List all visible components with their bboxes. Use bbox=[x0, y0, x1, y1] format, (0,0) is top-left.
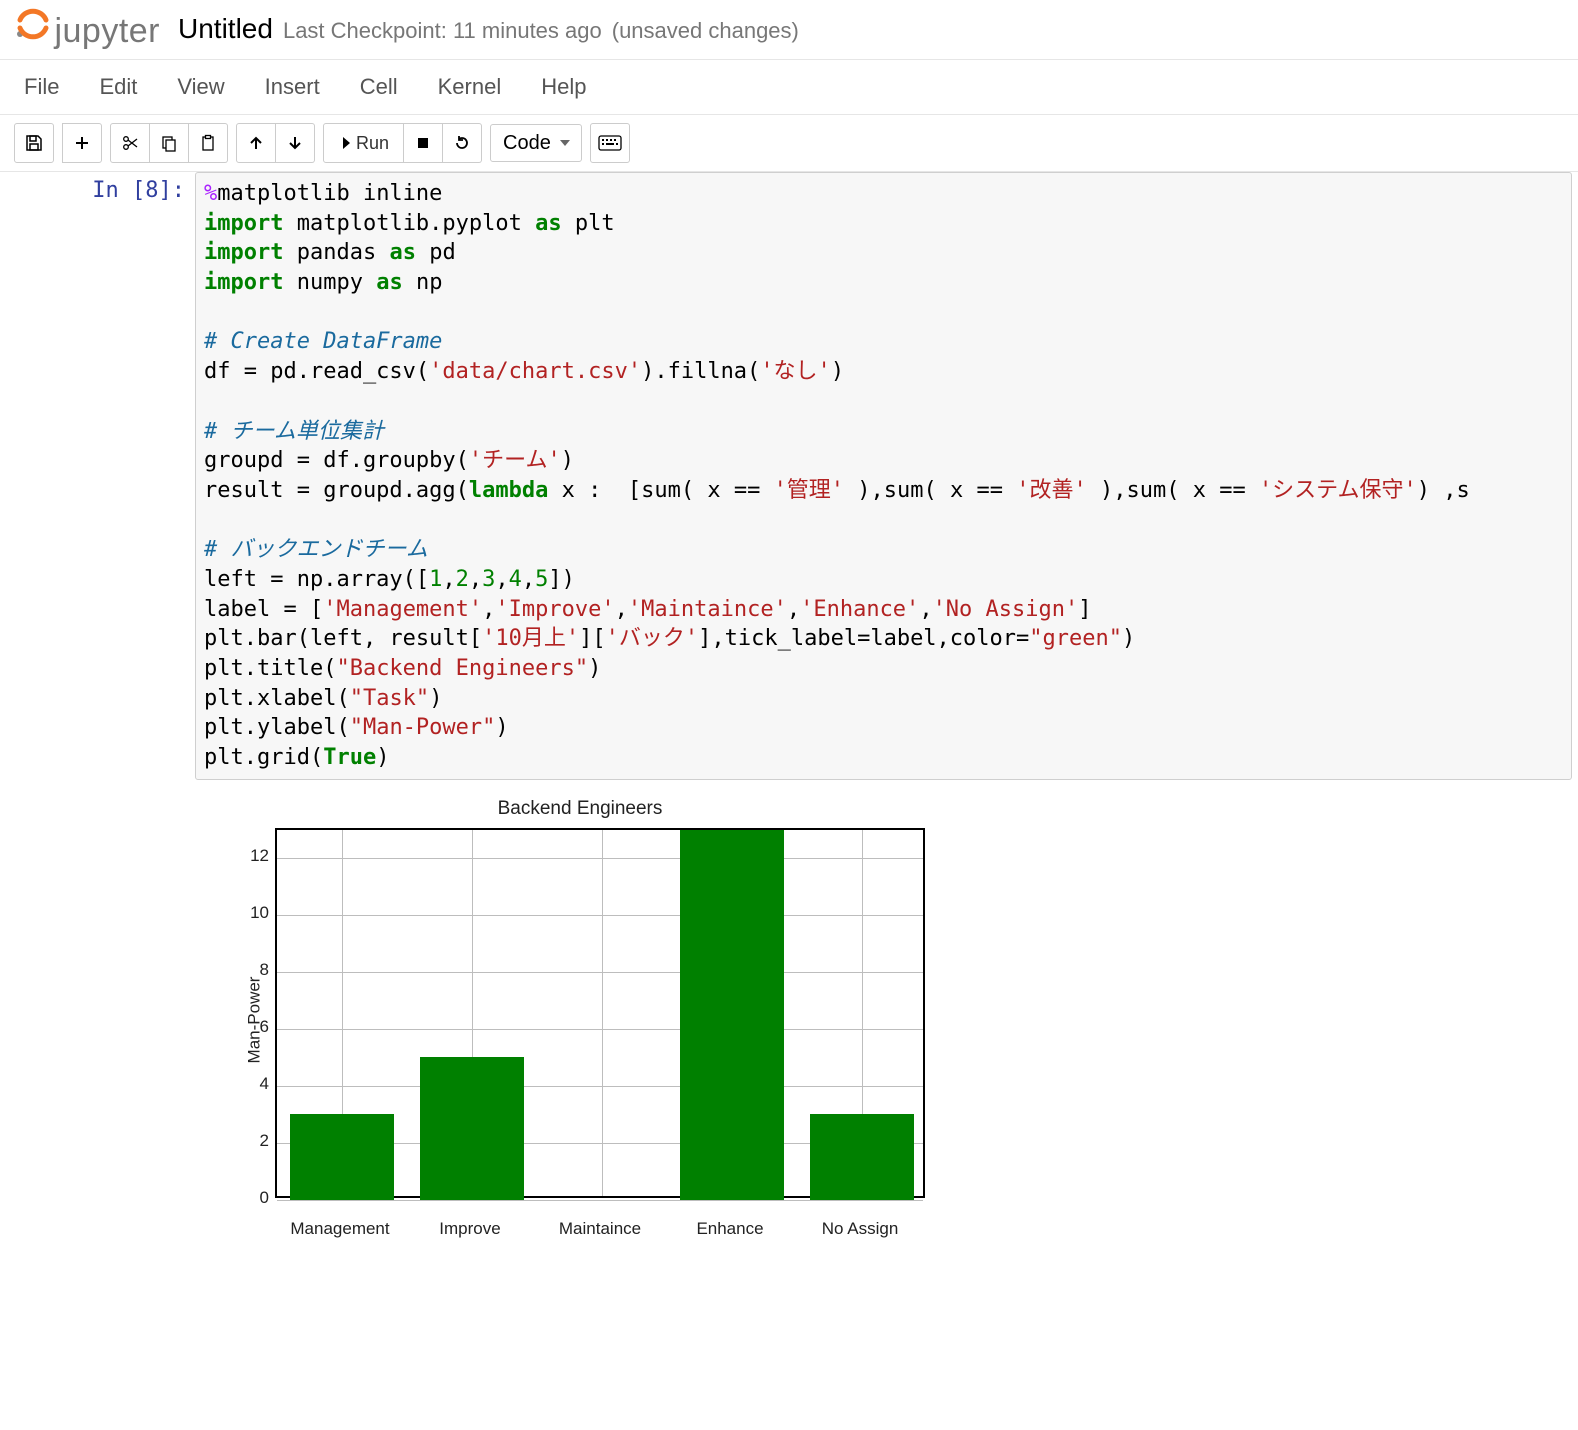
arrow-up-icon bbox=[249, 135, 263, 151]
notebook-header: jupyter Untitled Last Checkpoint: 11 min… bbox=[0, 0, 1578, 59]
chart-plot-area bbox=[275, 828, 925, 1198]
stop-icon bbox=[416, 136, 430, 150]
input-prompt: In [8]: bbox=[0, 172, 195, 780]
chart-gridline-h bbox=[277, 972, 923, 973]
run-button[interactable]: Run bbox=[323, 123, 404, 163]
unsaved-indicator: (unsaved changes) bbox=[612, 18, 799, 44]
command-palette-button[interactable] bbox=[590, 123, 630, 163]
run-icon bbox=[338, 136, 350, 150]
chart-bar bbox=[810, 1114, 914, 1199]
move-down-button[interactable] bbox=[276, 123, 315, 163]
menu-view[interactable]: View bbox=[177, 74, 224, 100]
chart-ytick: 0 bbox=[233, 1188, 269, 1208]
keyboard-icon bbox=[598, 135, 622, 151]
menu-insert[interactable]: Insert bbox=[265, 74, 320, 100]
save-icon bbox=[25, 134, 43, 152]
copy-icon bbox=[160, 134, 178, 152]
chart-gridline-h bbox=[277, 858, 923, 859]
chart-bar bbox=[420, 1057, 524, 1199]
checkpoint-status: Last Checkpoint: 11 minutes ago bbox=[283, 18, 602, 44]
code-cell[interactable]: In [8]: %matplotlib inline import matplo… bbox=[0, 172, 1578, 780]
chart-ytick: 10 bbox=[233, 903, 269, 923]
chart-ytick: 8 bbox=[233, 960, 269, 980]
save-button[interactable] bbox=[14, 123, 54, 163]
plus-icon bbox=[74, 135, 90, 151]
chart-gridline-h bbox=[277, 915, 923, 916]
toolbar: Run Code bbox=[0, 115, 1578, 172]
notebook-name[interactable]: Untitled bbox=[178, 13, 273, 45]
insert-cell-button[interactable] bbox=[62, 123, 102, 163]
menu-edit[interactable]: Edit bbox=[99, 74, 137, 100]
chart-bar bbox=[680, 830, 784, 1200]
chart-xtick: No Assign bbox=[822, 1219, 899, 1239]
chart-gridline-h bbox=[277, 1029, 923, 1030]
bar-chart: Backend Engineers Man-Power 024681012 Ma… bbox=[215, 798, 945, 1243]
chart-ytick: 4 bbox=[233, 1074, 269, 1094]
cell-type-select[interactable]: Code bbox=[490, 124, 582, 162]
paste-icon bbox=[199, 134, 217, 152]
menu-cell[interactable]: Cell bbox=[360, 74, 398, 100]
paste-button[interactable] bbox=[189, 123, 228, 163]
menubar: File Edit View Insert Cell Kernel Help bbox=[0, 59, 1578, 115]
restart-icon bbox=[453, 134, 471, 152]
chart-ytick: 6 bbox=[233, 1017, 269, 1037]
chart-xtick: Improve bbox=[439, 1219, 500, 1239]
cut-button[interactable] bbox=[110, 123, 150, 163]
interrupt-button[interactable] bbox=[404, 123, 443, 163]
chart-gridline-h bbox=[277, 1086, 923, 1087]
restart-button[interactable] bbox=[443, 123, 482, 163]
menu-help[interactable]: Help bbox=[541, 74, 586, 100]
arrow-down-icon bbox=[288, 135, 302, 151]
jupyter-logo[interactable]: jupyter bbox=[14, 6, 160, 51]
code-content[interactable]: %matplotlib inline import matplotlib.pyp… bbox=[204, 179, 1563, 773]
scissors-icon bbox=[121, 134, 139, 152]
notebook-area: In [8]: %matplotlib inline import matplo… bbox=[0, 172, 1578, 1283]
code-input-area[interactable]: %matplotlib inline import matplotlib.pyp… bbox=[195, 172, 1572, 780]
chart-gridline-h bbox=[277, 1200, 923, 1201]
chart-ytick: 2 bbox=[233, 1131, 269, 1151]
copy-button[interactable] bbox=[150, 123, 189, 163]
chart-xtick: Management bbox=[290, 1219, 389, 1239]
menu-file[interactable]: File bbox=[24, 74, 59, 100]
chart-title: Backend Engineers bbox=[215, 798, 945, 820]
move-up-button[interactable] bbox=[236, 123, 276, 163]
jupyter-logo-icon bbox=[14, 6, 50, 42]
chart-xtick: Maintaince bbox=[559, 1219, 641, 1239]
chart-ytick: 12 bbox=[233, 846, 269, 866]
cell-type-select-wrap: Code bbox=[490, 124, 582, 162]
chart-gridline-v bbox=[602, 830, 603, 1196]
chart-bar bbox=[290, 1114, 394, 1199]
chart-xtick: Enhance bbox=[696, 1219, 763, 1239]
jupyter-logo-text: jupyter bbox=[54, 12, 160, 50]
cell-output: Backend Engineers Man-Power 024681012 Ma… bbox=[195, 798, 1578, 1243]
menu-kernel[interactable]: Kernel bbox=[438, 74, 502, 100]
run-label: Run bbox=[356, 133, 389, 154]
